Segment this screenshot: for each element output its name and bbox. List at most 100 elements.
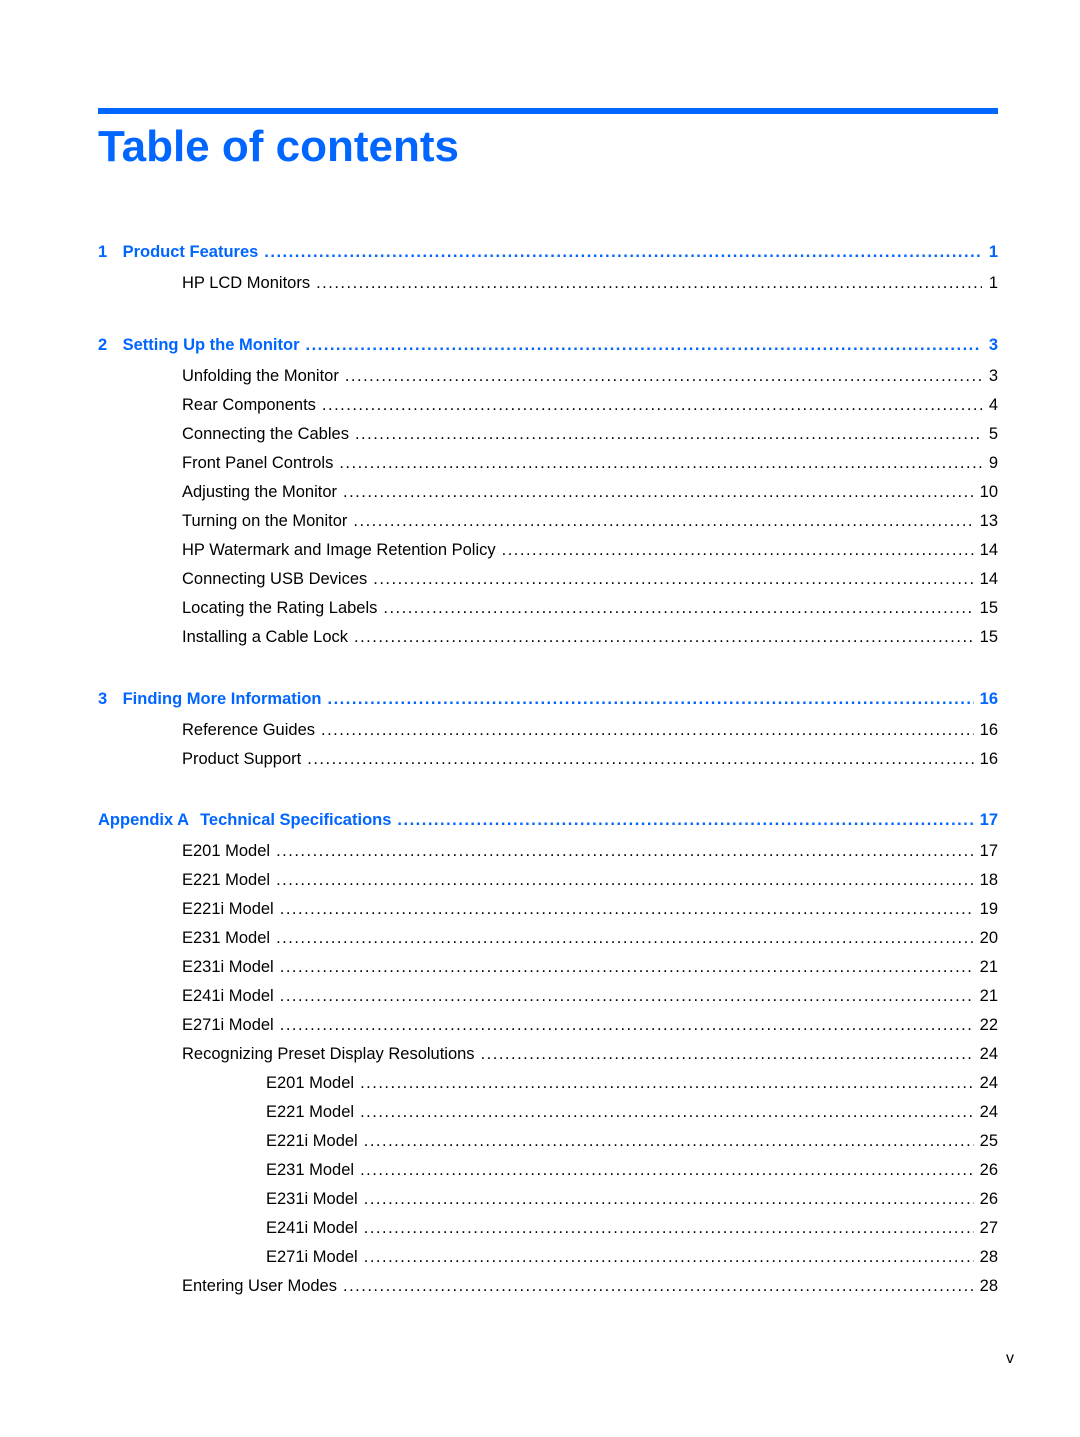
entry-title: E231 Model — [266, 1161, 355, 1179]
page-number: 20 — [979, 929, 998, 947]
toc-entry[interactable]: HP LCD Monitors 1 — [182, 271, 998, 295]
entry-title: Rear Components — [182, 396, 316, 414]
toc-entry[interactable]: E201 Model 17 — [182, 839, 998, 863]
toc-entry[interactable]: Locating the Rating Labels 15 — [182, 596, 998, 620]
page-number: 27 — [979, 1219, 998, 1237]
toc-entry[interactable]: E271i Model 22 — [182, 1013, 998, 1037]
toc-entry[interactable]: Recognizing Preset Display Resolutions 2… — [182, 1042, 998, 1066]
chapter-number: 1 — [98, 243, 108, 261]
entry-title: Entering User Modes — [182, 1277, 337, 1295]
page-number: 24 — [979, 1045, 998, 1063]
toc-entry[interactable]: Turning on the Monitor 13 — [182, 509, 998, 533]
appendix-label: Appendix A — [98, 811, 190, 829]
page-number: 4 — [988, 396, 998, 414]
page-number: 10 — [979, 483, 998, 501]
toc-subentry[interactable]: E201 Model 24 — [266, 1071, 998, 1095]
toc-appendix-a[interactable]: Appendix A Technical Specifications 17 — [98, 808, 998, 832]
chapter-title: Setting Up the Monitor — [122, 336, 300, 354]
entry-title: HP LCD Monitors — [182, 274, 311, 292]
toc-entry[interactable]: Entering User Modes 28 — [182, 1274, 998, 1298]
entry-title: Connecting USB Devices — [182, 570, 368, 588]
page-number: 18 — [979, 871, 998, 889]
dot-leader — [280, 955, 974, 979]
toc-chapter-2[interactable]: 2 Setting Up the Monitor 3 — [98, 333, 998, 357]
toc-entry[interactable]: E241i Model 21 — [182, 984, 998, 1008]
toc-subentry[interactable]: E271i Model 28 — [266, 1245, 998, 1269]
toc-entry[interactable]: Installing a Cable Lock 15 — [182, 625, 998, 649]
page-number: 28 — [979, 1248, 998, 1266]
toc-subentry[interactable]: E221i Model 25 — [266, 1129, 998, 1153]
dot-leader — [364, 1187, 974, 1211]
dot-leader — [328, 687, 974, 711]
page-number: 16 — [979, 690, 998, 708]
toc-chapter-3[interactable]: 3 Finding More Information 16 — [98, 687, 998, 711]
entry-title: Unfolding the Monitor — [182, 367, 339, 385]
dot-leader — [360, 1158, 974, 1182]
entry-title: E221 Model — [266, 1103, 355, 1121]
page-number: 3 — [988, 336, 998, 354]
entry-title: E221 Model — [182, 871, 271, 889]
toc-entry[interactable]: E231i Model 21 — [182, 955, 998, 979]
page-number: 1 — [988, 243, 998, 261]
page-number: 16 — [979, 750, 998, 768]
chapter-title: Finding More Information — [122, 690, 322, 708]
toc-entry[interactable]: Connecting USB Devices 14 — [182, 567, 998, 591]
page-number: 17 — [979, 842, 998, 860]
page-folio: v — [1006, 1350, 1014, 1367]
entry-title: E231i Model — [182, 958, 274, 976]
entry-title: E201 Model — [266, 1074, 355, 1092]
toc-entry[interactable]: Connecting the Cables 5 — [182, 422, 998, 446]
dot-leader — [397, 808, 973, 832]
toc-subentry[interactable]: E241i Model 27 — [266, 1216, 998, 1240]
toc-entry[interactable]: E221 Model 18 — [182, 868, 998, 892]
entry-title: Product Support — [182, 750, 302, 768]
page-number: 17 — [979, 811, 998, 829]
dot-leader — [355, 422, 982, 446]
toc-subentry[interactable]: E231i Model 26 — [266, 1187, 998, 1211]
entry-title: Turning on the Monitor — [182, 512, 348, 530]
dot-leader — [307, 747, 973, 771]
toc-entry[interactable]: Product Support 16 — [182, 747, 998, 771]
dot-leader — [481, 1042, 974, 1066]
page-number: 26 — [979, 1161, 998, 1179]
toc-entry[interactable]: Unfolding the Monitor 3 — [182, 364, 998, 388]
dot-leader — [280, 897, 974, 921]
entry-title: E271i Model — [266, 1248, 358, 1266]
page-number: 15 — [979, 628, 998, 646]
page-number: 24 — [979, 1074, 998, 1092]
toc-entry[interactable]: Front Panel Controls 9 — [182, 451, 998, 475]
toc-entry[interactable]: Rear Components 4 — [182, 393, 998, 417]
toc-entry[interactable]: E231 Model 20 — [182, 926, 998, 950]
dot-leader — [276, 839, 974, 863]
dot-leader — [364, 1245, 974, 1269]
page-number: 14 — [979, 570, 998, 588]
toc-entry[interactable]: HP Watermark and Image Retention Policy … — [182, 538, 998, 562]
dot-leader — [364, 1216, 974, 1240]
dot-leader — [360, 1100, 974, 1124]
toc-subentry[interactable]: E221 Model 24 — [266, 1100, 998, 1124]
entry-title: Reference Guides — [182, 721, 315, 739]
dot-leader — [373, 567, 973, 591]
page-number: 9 — [988, 454, 998, 472]
page-number: 15 — [979, 599, 998, 617]
toc-chapter-1[interactable]: 1 Product Features 1 — [98, 240, 998, 264]
dot-leader — [502, 538, 974, 562]
page-number: 3 — [988, 367, 998, 385]
page-title: Table of contents — [98, 122, 459, 171]
entry-title: E221i Model — [182, 900, 274, 918]
dot-leader — [345, 364, 982, 388]
toc-subentry[interactable]: E231 Model 26 — [266, 1158, 998, 1182]
entry-title: Front Panel Controls — [182, 454, 334, 472]
toc-entry[interactable]: Adjusting the Monitor 10 — [182, 480, 998, 504]
dot-leader — [354, 625, 974, 649]
toc-entry[interactable]: E221i Model 19 — [182, 897, 998, 921]
entry-title: E271i Model — [182, 1016, 274, 1034]
toc-entry[interactable]: Reference Guides 16 — [182, 718, 998, 742]
entry-title: E201 Model — [182, 842, 271, 860]
chapter-number: 3 — [98, 690, 108, 708]
entry-title: Locating the Rating Labels — [182, 599, 378, 617]
dot-leader — [343, 480, 974, 504]
dot-leader — [276, 868, 974, 892]
page-number: 19 — [979, 900, 998, 918]
dot-leader — [339, 451, 982, 475]
